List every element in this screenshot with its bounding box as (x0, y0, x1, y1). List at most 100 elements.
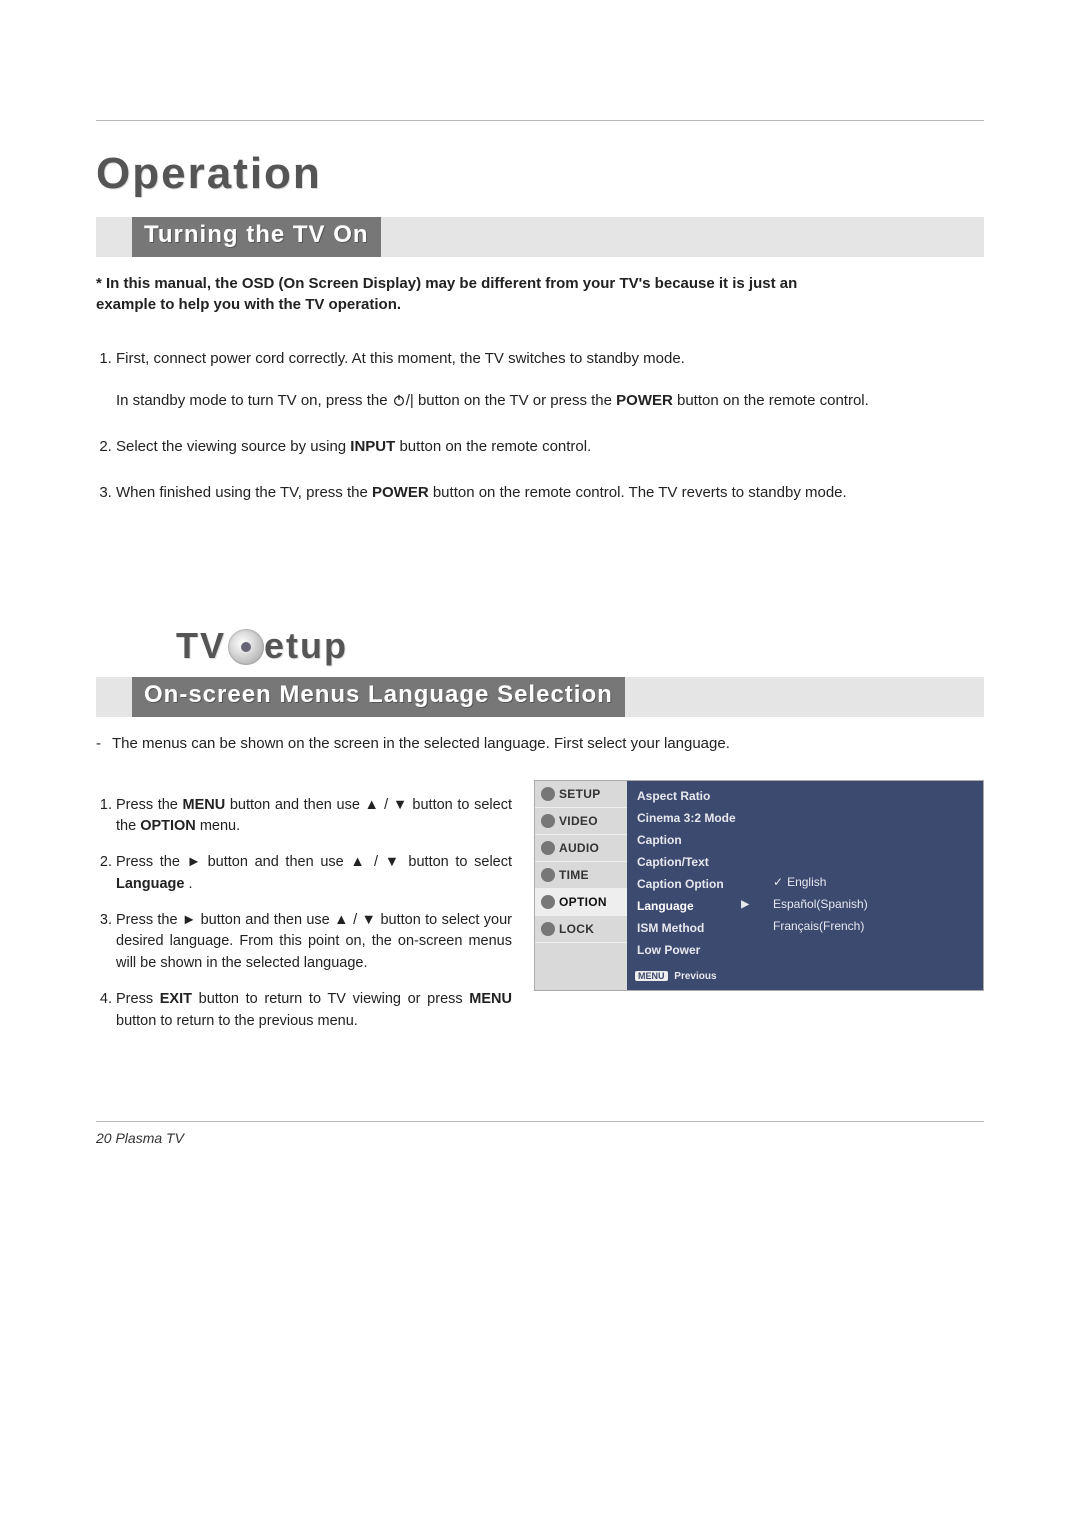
turn-on-steps: First, connect power cord correctly. At … (96, 347, 984, 505)
s3a: Press the (116, 912, 182, 928)
osd-mid-5-label: Language (637, 899, 694, 913)
step-1-power-bold: POWER (616, 392, 673, 409)
osd-tab-label-3: TIME (559, 868, 589, 882)
osd-lang-0: English (787, 875, 826, 889)
s4a: Press (116, 991, 160, 1007)
s3b: button and then use (201, 912, 334, 928)
right-arrow-icon-2: ► (182, 912, 196, 928)
osd-tab-option[interactable]: OPTION (535, 889, 627, 916)
right-arrow-icon-1: ► (187, 854, 201, 870)
language-note: - The menus can be shown on the screen i… (96, 735, 984, 752)
step-3-pre: When finished using the TV, press the (116, 484, 372, 501)
s2e: . (189, 876, 193, 892)
bullet-circle-icon (228, 629, 264, 665)
osd-tab-audio[interactable]: AUDIO (535, 835, 627, 862)
osd-tab-label-2: AUDIO (559, 841, 599, 855)
dash-glyph: - (96, 735, 112, 752)
s4b: EXIT (160, 991, 192, 1007)
osd-mid-2[interactable]: Caption (627, 829, 763, 851)
step-3-bold: POWER (372, 484, 429, 501)
step-1-b-pre: In standby mode to turn TV on, press the (116, 392, 392, 409)
slash-1: / (384, 797, 393, 813)
s4d: MENU (469, 991, 512, 1007)
osd-footer-text: Previous (674, 971, 716, 982)
top-rule (96, 120, 984, 121)
osd-lang-french[interactable]: Français(French) (763, 915, 983, 937)
step-2-post: button on the remote control. (399, 438, 591, 455)
osd-lang-spanish[interactable]: Español(Spanish) (763, 893, 983, 915)
s1e: OPTION (140, 818, 196, 834)
down-arrow-icon-2: ▼ (385, 854, 402, 870)
step-1: First, connect power cord correctly. At … (116, 347, 984, 413)
step-1-b: In standby mode to turn TV on, press the… (116, 389, 984, 413)
osd-tab-setup[interactable]: SETUP (535, 781, 627, 808)
page-title: Operation (96, 149, 984, 199)
osd-mid-1[interactable]: Cinema 3:2 Mode (627, 807, 763, 829)
power-icon (392, 391, 406, 405)
step-1-b-end: button on the remote control. (677, 392, 869, 409)
setup-icon (541, 787, 555, 801)
section-heading-1: Turning the TV On (132, 217, 381, 257)
check-icon: ✓ (773, 875, 783, 889)
osd-right-spacer (763, 785, 983, 871)
osd-tab-video[interactable]: VIDEO (535, 808, 627, 835)
s2c: button to select (408, 854, 512, 870)
osd-panel: SETUP VIDEO AUDIO TIME OPTION LOCK Aspec… (534, 780, 984, 991)
s1a: Press the (116, 797, 183, 813)
step-3-post: button on the remote control. The TV rev… (433, 484, 847, 501)
osd-mid-0[interactable]: Aspect Ratio (627, 785, 763, 807)
osd-tabs: SETUP VIDEO AUDIO TIME OPTION LOCK (535, 781, 627, 990)
osd-tab-label-5: LOCK (559, 922, 594, 936)
osd-option-list: Aspect Ratio Cinema 3:2 Mode Caption Cap… (627, 781, 763, 990)
step-2: Select the viewing source by using INPUT… (116, 435, 984, 459)
osd-footer: MENU Previous (627, 967, 763, 986)
osd-tab-time[interactable]: TIME (535, 862, 627, 889)
osd-mid-6[interactable]: ISM Method (627, 917, 763, 939)
step-2-bold: INPUT (350, 438, 395, 455)
slash-2: / (374, 854, 385, 870)
osd-mid-7[interactable]: Low Power (627, 939, 763, 961)
step-2-pre: Select the viewing source by using (116, 438, 350, 455)
lang-step-2: Press the ► button and then use ▲ / ▼ bu… (116, 852, 512, 896)
osd-mid-language[interactable]: Language ▶ (627, 895, 763, 917)
s1b: MENU (183, 797, 226, 813)
section-band-2: On-screen Menus Language Selection (96, 677, 984, 717)
s4c: button to return to TV viewing or press (199, 991, 470, 1007)
osd-lang-english[interactable]: ✓ English (763, 871, 983, 893)
step-3: When finished using the TV, press the PO… (116, 481, 984, 505)
option-icon (541, 895, 555, 909)
osd-mid-4[interactable]: Caption Option (627, 873, 763, 895)
lang-step-1: Press the MENU button and then use ▲ / ▼… (116, 795, 512, 839)
up-arrow-icon-2: ▲ (350, 854, 367, 870)
section-band-1: Turning the TV On (96, 217, 984, 257)
step-1-b-post: button on the TV or press the (418, 392, 616, 409)
step-1-a: First, connect power cord correctly. At … (116, 350, 685, 367)
s1f: menu. (200, 818, 240, 834)
language-note-text: The menus can be shown on the screen in … (112, 735, 730, 752)
note-line-1: * In this manual, the OSD (On Screen Dis… (96, 275, 797, 292)
s2a: Press the (116, 854, 187, 870)
down-arrow-icon: ▼ (393, 797, 408, 813)
up-arrow-icon-3: ▲ (334, 912, 349, 928)
osd-mid-3[interactable]: Caption/Text (627, 851, 763, 873)
time-icon (541, 868, 555, 882)
osd-tab-lock[interactable]: LOCK (535, 916, 627, 943)
tv-setup-heading-row: TV Setup (96, 625, 984, 669)
note-line-2: example to help you with the TV operatio… (96, 296, 401, 313)
osd-tab-label-4: OPTION (559, 895, 607, 909)
lock-icon (541, 922, 555, 936)
lang-step-4: Press EXIT button to return to TV viewin… (116, 989, 512, 1033)
s2d: Language (116, 876, 184, 892)
osd-note: * In this manual, the OSD (On Screen Dis… (96, 273, 984, 315)
language-steps: Press the MENU button and then use ▲ / ▼… (96, 795, 512, 1047)
osd-tab-label-0: SETUP (559, 787, 601, 801)
page-footer: 20 Plasma TV (96, 1130, 984, 1146)
s1c: button and then use (230, 797, 365, 813)
s4e: button to return to the previous menu. (116, 1013, 358, 1029)
osd-tab-label-1: VIDEO (559, 814, 598, 828)
bottom-rule (96, 1121, 984, 1122)
osd-language-submenu: ✓ English Español(Spanish) Français(Frenc… (763, 781, 983, 990)
video-icon (541, 814, 555, 828)
s2b: button and then use (208, 854, 351, 870)
lang-step-3: Press the ► button and then use ▲ / ▼ bu… (116, 910, 512, 975)
